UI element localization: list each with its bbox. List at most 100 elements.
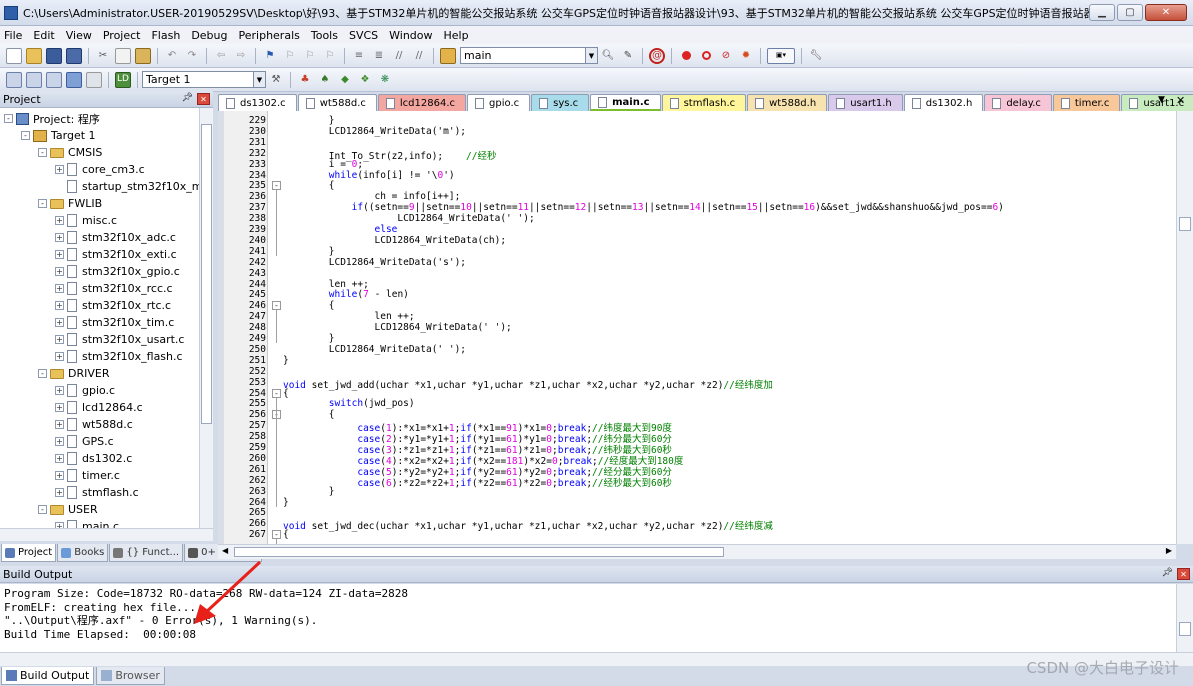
- tree-item[interactable]: - DRIVER: [38, 365, 109, 382]
- tab-delay-c[interactable]: delay.c: [984, 94, 1052, 111]
- fold-toggle-icon[interactable]: -: [272, 181, 281, 191]
- expand-icon[interactable]: +: [55, 284, 64, 293]
- save-all-icon[interactable]: [66, 47, 82, 64]
- tab-functions[interactable]: {} Funct...: [109, 544, 184, 562]
- menu-item-file[interactable]: File: [4, 29, 22, 42]
- scrollbar-thumb[interactable]: [1179, 217, 1191, 231]
- expand-icon[interactable]: +: [55, 165, 64, 174]
- tree-item[interactable]: + stm32f10x_tim.c: [55, 314, 174, 331]
- tab-stmflash-c[interactable]: stmflash.c: [661, 94, 747, 111]
- close-icon[interactable]: ✕: [197, 93, 210, 105]
- menu-item-window[interactable]: Window: [389, 29, 432, 42]
- redo-icon[interactable]: ↷: [184, 48, 200, 64]
- rebuild-icon[interactable]: [46, 71, 62, 88]
- tree-item[interactable]: + stm32f10x_rcc.c: [55, 280, 173, 297]
- fold-toggle-icon[interactable]: -: [272, 301, 281, 311]
- tab-wt588d-c[interactable]: wt588d.c: [297, 94, 377, 111]
- save-icon[interactable]: [46, 47, 62, 64]
- menu-item-flash[interactable]: Flash: [151, 29, 180, 42]
- fold-toggle-icon[interactable]: -: [272, 530, 281, 540]
- project-scrollbar[interactable]: [199, 108, 213, 528]
- bookmark-prev-icon[interactable]: ⚐: [282, 48, 298, 64]
- find-combo[interactable]: main ▼: [460, 47, 598, 64]
- download-icon[interactable]: LD: [115, 71, 131, 88]
- bookmark-next-icon[interactable]: ⚐: [302, 48, 318, 64]
- scrollbar-thumb[interactable]: [1179, 622, 1191, 636]
- build-output-hscrollbar[interactable]: [0, 652, 1193, 666]
- tree-item[interactable]: + misc.c: [55, 212, 117, 229]
- tab-sys-c[interactable]: sys.c: [531, 94, 590, 111]
- breakpoint-enable-icon[interactable]: [698, 48, 714, 64]
- tree-item[interactable]: startup_stm32f10x_md.s: [55, 178, 213, 195]
- collapse-icon[interactable]: -: [38, 505, 47, 514]
- new-file-icon[interactable]: [6, 47, 22, 64]
- tab-build-output[interactable]: Build Output: [1, 667, 95, 685]
- tree-item[interactable]: + stm32f10x_rtc.c: [55, 297, 171, 314]
- menu-item-project[interactable]: Project: [103, 29, 141, 42]
- bookmark-icon[interactable]: ⚑: [262, 48, 278, 64]
- tree-item[interactable]: + stm32f10x_exti.c: [55, 246, 177, 263]
- batch-build-icon[interactable]: [66, 71, 82, 88]
- comment-icon[interactable]: //: [391, 48, 407, 64]
- expand-icon[interactable]: +: [55, 301, 64, 310]
- close-icon[interactable]: ✕: [1177, 568, 1190, 580]
- bookmark-margin[interactable]: [218, 111, 224, 544]
- project-items-icon[interactable]: ♠: [317, 72, 333, 88]
- expand-icon[interactable]: +: [55, 267, 64, 276]
- breakpoint-kill-icon[interactable]: ✹: [738, 48, 754, 64]
- tab-browser[interactable]: Browser: [96, 667, 165, 685]
- menu-item-view[interactable]: View: [66, 29, 92, 42]
- tree-item[interactable]: - Project: 程序: [4, 110, 100, 127]
- maximize-button[interactable]: ▢: [1117, 4, 1143, 21]
- expand-icon[interactable]: +: [55, 250, 64, 259]
- tree-item[interactable]: + stm32f10x_adc.c: [55, 229, 176, 246]
- configure-icon[interactable]: 🔧︎: [808, 48, 824, 64]
- editor-scrollbar[interactable]: [1176, 111, 1193, 544]
- expand-icon[interactable]: +: [55, 420, 64, 429]
- tab-books[interactable]: Books: [57, 544, 109, 562]
- pin-icon[interactable]: 📌︎: [1162, 568, 1173, 578]
- menu-item-peripherals[interactable]: Peripherals: [239, 29, 300, 42]
- expand-icon[interactable]: +: [55, 386, 64, 395]
- close-button[interactable]: ✕: [1145, 4, 1187, 21]
- tab-timer-c[interactable]: timer.c: [1052, 94, 1121, 111]
- collapse-icon[interactable]: -: [21, 131, 30, 140]
- tree-item[interactable]: + ds1302.c: [55, 450, 132, 467]
- cut-icon[interactable]: ✂: [95, 48, 111, 64]
- chevron-down-icon[interactable]: ▼: [585, 48, 597, 63]
- tree-item[interactable]: + main.c: [55, 518, 119, 528]
- menu-item-svcs[interactable]: SVCS: [349, 29, 378, 42]
- close-tab-icon[interactable]: ✕: [1176, 94, 1185, 107]
- tree-item[interactable]: + stm32f10x_flash.c: [55, 348, 183, 365]
- scroll-right-icon[interactable]: ▶: [1166, 546, 1172, 555]
- tree-item[interactable]: + stmflash.c: [55, 484, 139, 501]
- expand-icon[interactable]: +: [55, 437, 64, 446]
- project-hscrollbar[interactable]: [0, 528, 213, 541]
- tab-gpio-c[interactable]: gpio.c: [467, 94, 531, 111]
- tab-usart1-h[interactable]: usart1.h: [828, 94, 903, 111]
- code-editor[interactable]: 229 } 230 LCD12864_WriteData('m'); 231 232 …: [218, 111, 1176, 544]
- scrollbar-thumb[interactable]: [234, 547, 724, 557]
- unindent-icon[interactable]: ≣: [371, 48, 387, 64]
- tree-item[interactable]: + timer.c: [55, 467, 120, 484]
- menu-item-tools[interactable]: Tools: [311, 29, 338, 42]
- tree-item[interactable]: + core_cm3.c: [55, 161, 145, 178]
- expand-icon[interactable]: +: [55, 352, 64, 361]
- tree-item[interactable]: + wt588d.c: [55, 416, 133, 433]
- tree-item[interactable]: - CMSIS: [38, 144, 102, 161]
- tree-item[interactable]: + stm32f10x_gpio.c: [55, 263, 180, 280]
- tab-list-icon[interactable]: ▼: [1158, 95, 1165, 105]
- expand-icon[interactable]: +: [55, 318, 64, 327]
- tab-wt588d-h[interactable]: wt588d.h: [747, 94, 828, 111]
- uncomment-icon[interactable]: //: [411, 48, 427, 64]
- collapse-icon[interactable]: -: [38, 369, 47, 378]
- menu-item-debug[interactable]: Debug: [191, 29, 227, 42]
- nav-back-icon[interactable]: ⇦: [213, 48, 229, 64]
- minimize-button[interactable]: ▁: [1089, 4, 1115, 21]
- expand-icon[interactable]: +: [55, 233, 64, 242]
- tree-item[interactable]: + stm32f10x_usart.c: [55, 331, 184, 348]
- tree-item[interactable]: - FWLIB: [38, 195, 102, 212]
- menu-item-help[interactable]: Help: [444, 29, 469, 42]
- tree-item[interactable]: + GPS.c: [55, 433, 114, 450]
- chevron-down-icon[interactable]: ▼: [253, 72, 265, 87]
